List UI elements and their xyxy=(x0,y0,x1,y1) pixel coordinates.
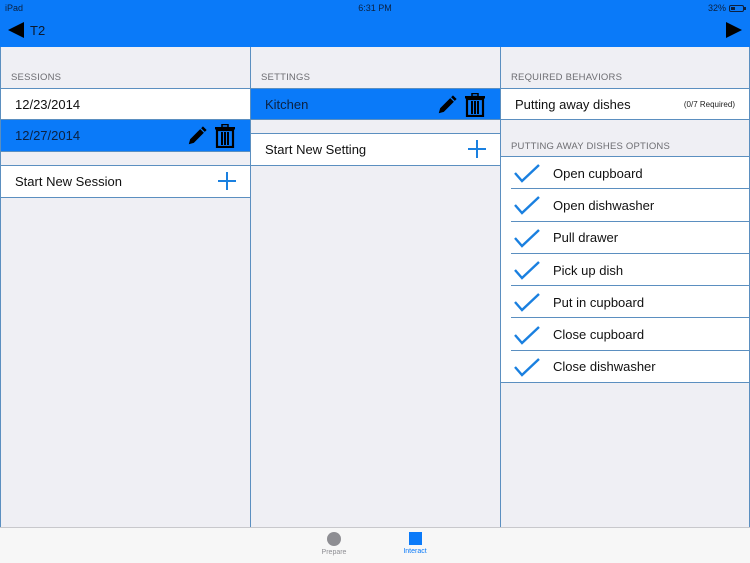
sessions-panel: SESSIONS 12/23/2014 12/27/2014 Start New… xyxy=(0,47,251,527)
spacer xyxy=(1,152,250,166)
start-new-setting-label: Start New Setting xyxy=(265,142,367,157)
tab-interact-label: Interact xyxy=(403,548,427,555)
tab-prepare[interactable]: Prepare xyxy=(304,532,364,556)
option-label: Open dishwasher xyxy=(553,197,655,213)
status-time: 6:31 PM xyxy=(358,3,392,13)
option-label: Close cupboard xyxy=(553,327,645,343)
checkmark-icon xyxy=(514,228,540,248)
session-row[interactable]: 12/23/2014 xyxy=(1,88,250,120)
back-button[interactable]: T2 xyxy=(8,22,45,38)
option-row[interactable]: Close dishwasher xyxy=(501,350,749,384)
required-count: (0/7 Required) xyxy=(683,99,735,109)
plus-icon xyxy=(218,172,236,190)
option-row[interactable]: Open cupboard xyxy=(501,157,749,190)
setting-row-selected[interactable]: Kitchen xyxy=(251,88,500,120)
trash-icon[interactable] xyxy=(214,124,236,148)
checkmark-icon xyxy=(514,358,540,377)
behavior-row[interactable]: Putting away dishes (0/7 Required) xyxy=(501,88,749,120)
start-new-session-button[interactable]: Start New Session xyxy=(1,166,250,198)
option-label: Pick up dish xyxy=(553,262,624,278)
options-list: Open cupboard Open dishwasher Pull drawe… xyxy=(501,156,749,384)
checkmark-icon xyxy=(514,164,540,183)
plus-icon xyxy=(468,140,486,158)
setting-label: Kitchen xyxy=(265,96,309,112)
battery-percent: 32% xyxy=(707,3,726,13)
tab-prepare-label: Prepare xyxy=(321,549,347,556)
battery-status: 32% xyxy=(707,3,746,13)
required-behaviors-header: REQUIRED BEHAVIORS xyxy=(511,72,623,83)
tab-interact[interactable]: Interact xyxy=(385,532,445,555)
option-label: Open cupboard xyxy=(553,165,643,181)
settings-header: SETTINGS xyxy=(261,72,311,83)
interact-square-icon xyxy=(408,532,422,545)
sessions-header: SESSIONS xyxy=(11,72,62,83)
back-label: T2 xyxy=(30,22,46,38)
back-arrow-icon xyxy=(8,22,24,38)
option-label: Pull drawer xyxy=(553,230,619,246)
option-row[interactable]: Pull drawer xyxy=(501,221,749,255)
settings-panel: SETTINGS Kitchen Start New Setting xyxy=(250,47,501,527)
trash-icon[interactable] xyxy=(464,93,486,117)
start-new-setting-button[interactable]: Start New Setting xyxy=(251,134,500,166)
tab-bar: Prepare Interact xyxy=(0,527,750,563)
pencil-icon[interactable] xyxy=(436,94,458,116)
prepare-circle-icon xyxy=(327,532,341,546)
navigation-bar: iPad 6:31 PM 32% T2 xyxy=(0,0,750,47)
checkmark-icon xyxy=(514,196,540,216)
forward-arrow-icon[interactable] xyxy=(726,22,742,38)
pencil-icon[interactable] xyxy=(186,125,208,147)
session-label: 12/27/2014 xyxy=(15,128,81,143)
option-row[interactable]: Pick up dish xyxy=(501,253,749,287)
checkmark-icon xyxy=(514,325,540,345)
option-row[interactable]: Open dishwasher xyxy=(501,189,749,222)
session-label: 12/23/2014 xyxy=(15,96,81,112)
battery-icon xyxy=(729,4,746,12)
option-label: Put in cupboard xyxy=(553,294,645,310)
checkmark-icon xyxy=(514,293,540,313)
option-label: Close dishwasher xyxy=(553,359,656,375)
checkmark-icon xyxy=(514,261,540,280)
session-row-selected[interactable]: 12/27/2014 xyxy=(1,120,250,152)
option-row[interactable]: Put in cupboard xyxy=(501,286,749,319)
behaviors-panel: REQUIRED BEHAVIORS Putting away dishes (… xyxy=(500,47,750,527)
options-header: PUTTING AWAY DISHES OPTIONS xyxy=(511,141,671,152)
behavior-label: Putting away dishes xyxy=(515,96,631,112)
option-row[interactable]: Close cupboard xyxy=(501,318,749,352)
spacer xyxy=(251,120,500,134)
start-new-session-label: Start New Session xyxy=(15,174,122,189)
